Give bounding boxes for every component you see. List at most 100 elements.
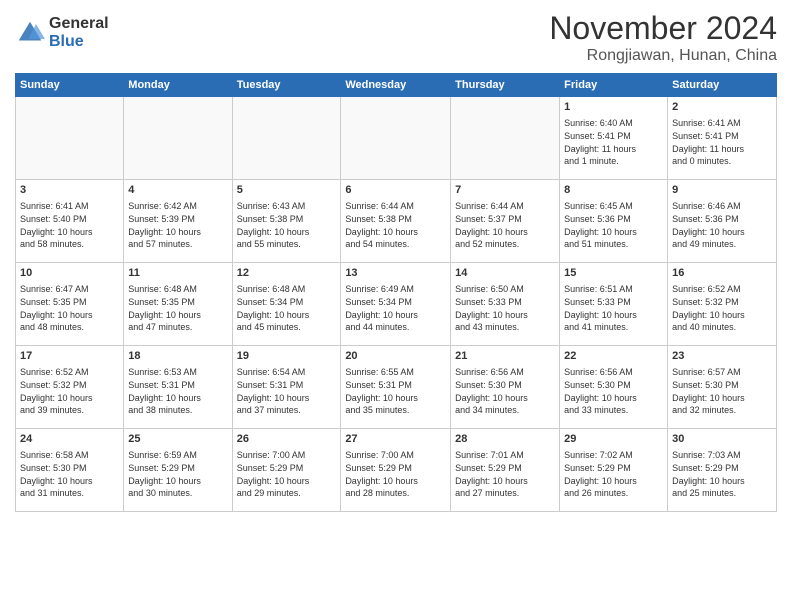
day-info: Sunrise: 6:59 AMSunset: 5:29 PMDaylight:…: [128, 449, 227, 499]
calendar-cell: 22 Sunrise: 6:56 AMSunset: 5:30 PMDayligh…: [560, 346, 668, 429]
calendar-cell: 17 Sunrise: 6:52 AMSunset: 5:32 PMDayligh…: [16, 346, 124, 429]
day-number: 12: [237, 266, 337, 281]
month-title: November 2024: [549, 10, 777, 47]
day-info: Sunrise: 6:43 AMSunset: 5:38 PMDaylight:…: [237, 200, 337, 250]
calendar-cell: 12 Sunrise: 6:48 AMSunset: 5:34 PMDayligh…: [232, 263, 341, 346]
calendar-cell: [341, 97, 451, 180]
calendar-cell: 1 Sunrise: 6:40 AMSunset: 5:41 PMDaylight…: [560, 97, 668, 180]
day-info: Sunrise: 6:53 AMSunset: 5:31 PMDaylight:…: [128, 366, 227, 416]
day-number: 1: [564, 100, 663, 115]
title-block: November 2024 Rongjiawan, Hunan, China: [549, 10, 777, 65]
day-info: Sunrise: 6:49 AMSunset: 5:34 PMDaylight:…: [345, 283, 446, 333]
day-number: 8: [564, 183, 663, 198]
day-info: Sunrise: 6:42 AMSunset: 5:39 PMDaylight:…: [128, 200, 227, 250]
day-info: Sunrise: 7:03 AMSunset: 5:29 PMDaylight:…: [672, 449, 772, 499]
day-number: 14: [455, 266, 555, 281]
day-info: Sunrise: 6:52 AMSunset: 5:32 PMDaylight:…: [20, 366, 119, 416]
day-number: 16: [672, 266, 772, 281]
calendar-cell: 14 Sunrise: 6:50 AMSunset: 5:33 PMDayligh…: [451, 263, 560, 346]
calendar-body: 1 Sunrise: 6:40 AMSunset: 5:41 PMDaylight…: [16, 97, 777, 512]
calendar-cell: 29Sunrise: 7:02 AMSunset: 5:29 PMDayligh…: [560, 429, 668, 512]
day-info: Sunrise: 6:50 AMSunset: 5:33 PMDaylight:…: [455, 283, 555, 333]
day-of-week-header: Saturday: [668, 74, 777, 97]
calendar-cell: 13Sunrise: 6:49 AMSunset: 5:34 PMDayligh…: [341, 263, 451, 346]
day-number: 30: [672, 432, 772, 447]
calendar-header: SundayMondayTuesdayWednesdayThursdayFrid…: [16, 74, 777, 97]
day-number: 22: [564, 349, 663, 364]
day-info: Sunrise: 6:57 AMSunset: 5:30 PMDaylight:…: [672, 366, 772, 416]
logo-text: General Blue: [49, 15, 109, 50]
day-info: Sunrise: 6:52 AMSunset: 5:32 PMDaylight:…: [672, 283, 772, 333]
day-number: 18: [128, 349, 227, 364]
logo-general-text: General: [49, 15, 109, 33]
day-number: 29: [564, 432, 663, 447]
day-number: 6: [345, 183, 446, 198]
day-info: Sunrise: 6:48 AMSunset: 5:34 PMDaylight:…: [237, 283, 337, 333]
logo: General Blue: [15, 15, 109, 50]
day-number: 20: [345, 349, 446, 364]
day-of-week-header: Wednesday: [341, 74, 451, 97]
day-number: 23: [672, 349, 772, 364]
calendar-cell: 15Sunrise: 6:51 AMSunset: 5:33 PMDayligh…: [560, 263, 668, 346]
day-info: Sunrise: 7:01 AMSunset: 5:29 PMDaylight:…: [455, 449, 555, 499]
day-info: Sunrise: 6:58 AMSunset: 5:30 PMDaylight:…: [20, 449, 119, 499]
day-number: 27: [345, 432, 446, 447]
calendar-cell: 4Sunrise: 6:42 AMSunset: 5:39 PMDaylight…: [124, 180, 232, 263]
calendar-cell: 3Sunrise: 6:41 AMSunset: 5:40 PMDaylight…: [16, 180, 124, 263]
day-info: Sunrise: 6:41 AMSunset: 5:41 PMDaylight:…: [672, 117, 772, 167]
day-info: Sunrise: 6:56 AMSunset: 5:30 PMDaylight:…: [564, 366, 663, 416]
calendar: SundayMondayTuesdayWednesdayThursdayFrid…: [15, 73, 777, 512]
day-info: Sunrise: 6:44 AMSunset: 5:37 PMDaylight:…: [455, 200, 555, 250]
calendar-cell: 7 Sunrise: 6:44 AMSunset: 5:37 PMDaylight…: [451, 180, 560, 263]
calendar-cell: 16 Sunrise: 6:52 AMSunset: 5:32 PMDayligh…: [668, 263, 777, 346]
calendar-week-row: 3Sunrise: 6:41 AMSunset: 5:40 PMDaylight…: [16, 180, 777, 263]
calendar-cell: 11Sunrise: 6:48 AMSunset: 5:35 PMDayligh…: [124, 263, 232, 346]
day-of-week-header: Sunday: [16, 74, 124, 97]
calendar-cell: 8Sunrise: 6:45 AMSunset: 5:36 PMDaylight…: [560, 180, 668, 263]
day-number: 5: [237, 183, 337, 198]
calendar-cell: 18 Sunrise: 6:53 AMSunset: 5:31 PMDayligh…: [124, 346, 232, 429]
calendar-cell: 28 Sunrise: 7:01 AMSunset: 5:29 PMDayligh…: [451, 429, 560, 512]
calendar-cell: [451, 97, 560, 180]
location: Rongjiawan, Hunan, China: [549, 47, 777, 65]
day-info: Sunrise: 6:47 AMSunset: 5:35 PMDaylight:…: [20, 283, 119, 333]
logo-icon: [15, 18, 45, 48]
calendar-cell: 9 Sunrise: 6:46 AMSunset: 5:36 PMDaylight…: [668, 180, 777, 263]
day-info: Sunrise: 7:00 AMSunset: 5:29 PMDaylight:…: [345, 449, 446, 499]
day-info: Sunrise: 7:00 AMSunset: 5:29 PMDaylight:…: [237, 449, 337, 499]
day-number: 11: [128, 266, 227, 281]
day-number: 9: [672, 183, 772, 198]
page-container: General Blue November 2024 Rongjiawan, H…: [0, 0, 792, 612]
calendar-week-row: 24Sunrise: 6:58 AMSunset: 5:30 PMDayligh…: [16, 429, 777, 512]
day-info: Sunrise: 6:40 AMSunset: 5:41 PMDaylight:…: [564, 117, 663, 167]
day-number: 26: [237, 432, 337, 447]
day-of-week-header: Thursday: [451, 74, 560, 97]
calendar-cell: 25 Sunrise: 6:59 AMSunset: 5:29 PMDayligh…: [124, 429, 232, 512]
day-info: Sunrise: 6:51 AMSunset: 5:33 PMDaylight:…: [564, 283, 663, 333]
calendar-cell: 27 Sunrise: 7:00 AMSunset: 5:29 PMDayligh…: [341, 429, 451, 512]
day-of-week-header: Friday: [560, 74, 668, 97]
calendar-cell: 10Sunrise: 6:47 AMSunset: 5:35 PMDayligh…: [16, 263, 124, 346]
calendar-week-row: 1 Sunrise: 6:40 AMSunset: 5:41 PMDaylight…: [16, 97, 777, 180]
calendar-cell: 19Sunrise: 6:54 AMSunset: 5:31 PMDayligh…: [232, 346, 341, 429]
calendar-week-row: 17 Sunrise: 6:52 AMSunset: 5:32 PMDayligh…: [16, 346, 777, 429]
day-number: 25: [128, 432, 227, 447]
calendar-cell: 21Sunrise: 6:56 AMSunset: 5:30 PMDayligh…: [451, 346, 560, 429]
day-info: Sunrise: 6:46 AMSunset: 5:36 PMDaylight:…: [672, 200, 772, 250]
calendar-cell: [16, 97, 124, 180]
logo-blue-text: Blue: [49, 33, 109, 51]
day-number: 7: [455, 183, 555, 198]
day-of-week-header: Tuesday: [232, 74, 341, 97]
calendar-cell: 5 Sunrise: 6:43 AMSunset: 5:38 PMDaylight…: [232, 180, 341, 263]
header: General Blue November 2024 Rongjiawan, H…: [15, 10, 777, 65]
day-number: 28: [455, 432, 555, 447]
calendar-cell: 6 Sunrise: 6:44 AMSunset: 5:38 PMDaylight…: [341, 180, 451, 263]
calendar-cell: 30 Sunrise: 7:03 AMSunset: 5:29 PMDayligh…: [668, 429, 777, 512]
day-number: 21: [455, 349, 555, 364]
day-info: Sunrise: 6:44 AMSunset: 5:38 PMDaylight:…: [345, 200, 446, 250]
calendar-cell: 20Sunrise: 6:55 AMSunset: 5:31 PMDayligh…: [341, 346, 451, 429]
header-row: SundayMondayTuesdayWednesdayThursdayFrid…: [16, 74, 777, 97]
day-number: 17: [20, 349, 119, 364]
calendar-cell: [232, 97, 341, 180]
calendar-cell: [124, 97, 232, 180]
